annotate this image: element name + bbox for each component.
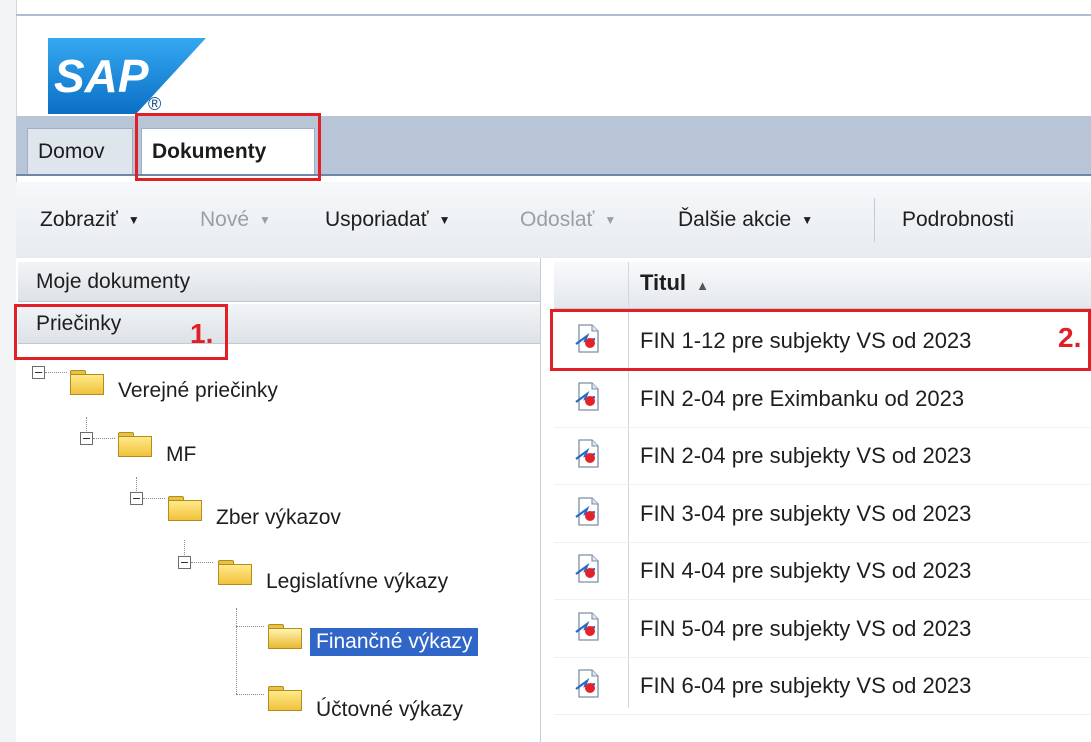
- view-menu-button[interactable]: Zobraziť ▼: [40, 204, 140, 236]
- tree-connector: [236, 694, 264, 695]
- organize-menu-button[interactable]: Usporiadať ▼: [325, 204, 451, 236]
- header-rule: [16, 14, 1091, 16]
- step-marker-1: 1.: [190, 318, 214, 349]
- document-title[interactable]: FIN 2-04 pre Eximbanku od 2023: [640, 386, 964, 412]
- my-documents-section[interactable]: Moje dokumenty: [18, 262, 540, 302]
- tree-connector: [236, 626, 264, 627]
- sort-ascending-icon: ▲: [696, 278, 710, 293]
- view-menu-label: Zobraziť: [40, 208, 118, 231]
- tree-connector: [93, 438, 115, 439]
- window-left-edge: [0, 0, 17, 742]
- crystal-report-icon: [575, 381, 599, 411]
- new-menu-button[interactable]: Nové ▼: [200, 204, 271, 236]
- tree-connector: [86, 417, 87, 431]
- folder-icon: [268, 686, 302, 711]
- sap-logo: SAP ®: [48, 38, 206, 114]
- registered-mark: ®: [148, 94, 161, 114]
- crystal-report-icon: [575, 554, 599, 583]
- chevron-down-icon: ▼: [801, 213, 814, 228]
- organize-menu-label: Usporiadať: [325, 208, 429, 231]
- crystal-report-icon: [575, 611, 599, 641]
- folder-icon: [218, 560, 252, 585]
- tree-connector: [45, 372, 67, 373]
- chevron-down-icon: ▼: [259, 213, 271, 228]
- tree-item-legislative[interactable]: Legislatívne výkazy: [266, 570, 448, 594]
- send-menu-button[interactable]: Odoslať ▼: [520, 204, 616, 236]
- collapse-toggle-collection[interactable]: [130, 492, 143, 505]
- tab-domov[interactable]: Domov: [27, 128, 133, 174]
- tree-connector: [136, 477, 137, 491]
- tree-connector: [143, 498, 165, 499]
- tree-item-mf[interactable]: MF: [166, 443, 196, 467]
- document-title[interactable]: FIN 3-04 pre subjekty VS od 2023: [640, 501, 971, 527]
- folder-icon: [168, 496, 202, 521]
- crystal-report-icon: [575, 496, 599, 526]
- tree-item-collection[interactable]: Zber výkazov: [216, 506, 341, 530]
- more-actions-label: Ďalšie akcie: [678, 208, 792, 231]
- more-actions-menu-button[interactable]: Ďalšie akcie ▼: [678, 204, 813, 236]
- send-menu-label: Odoslať: [520, 208, 595, 231]
- chevron-down-icon: ▼: [127, 213, 140, 228]
- crystal-report-icon: [575, 439, 599, 468]
- sap-logo-text: SAP: [54, 50, 149, 102]
- chevron-down-icon: ▼: [604, 213, 617, 228]
- row-highlight-box: [550, 309, 1091, 371]
- tree-connector: [184, 540, 185, 555]
- collapse-toggle-public-folders[interactable]: [32, 366, 45, 379]
- title-column-label: Titul: [640, 270, 687, 295]
- collapse-toggle-mf[interactable]: [80, 432, 93, 445]
- document-title[interactable]: FIN 6-04 pre subjekty VS od 2023: [640, 673, 971, 699]
- document-title[interactable]: FIN 2-04 pre subjekty VS od 2023: [640, 443, 971, 469]
- open-folder-icon: [268, 624, 302, 649]
- tab-highlight-box: [135, 113, 321, 181]
- column-header: [554, 262, 1091, 309]
- tree-connector: [236, 608, 237, 694]
- tree-connector: [191, 562, 213, 563]
- crystal-report-icon: [575, 669, 599, 698]
- chevron-down-icon: ▼: [438, 213, 451, 228]
- tree-item-financial[interactable]: Finančné výkazy: [310, 628, 479, 656]
- document-title[interactable]: FIN 5-04 pre subjekty VS od 2023: [640, 616, 971, 642]
- new-menu-label: Nové: [200, 208, 250, 231]
- title-column-header[interactable]: Titul ▲: [640, 270, 709, 296]
- tree-item-accounting[interactable]: Účtovné výkazy: [316, 698, 463, 722]
- details-button[interactable]: Podrobnosti: [902, 204, 1014, 236]
- folder-icon: [118, 432, 152, 457]
- folder-icon: [70, 370, 104, 395]
- toolbar-separator: [874, 198, 875, 242]
- step-marker-2: 2.: [1058, 322, 1082, 353]
- tree-item-public-folders[interactable]: Verejné priečinky: [118, 379, 278, 403]
- document-title[interactable]: FIN 4-04 pre subjekty VS od 2023: [640, 558, 971, 584]
- collapse-toggle-legislative[interactable]: [178, 556, 191, 569]
